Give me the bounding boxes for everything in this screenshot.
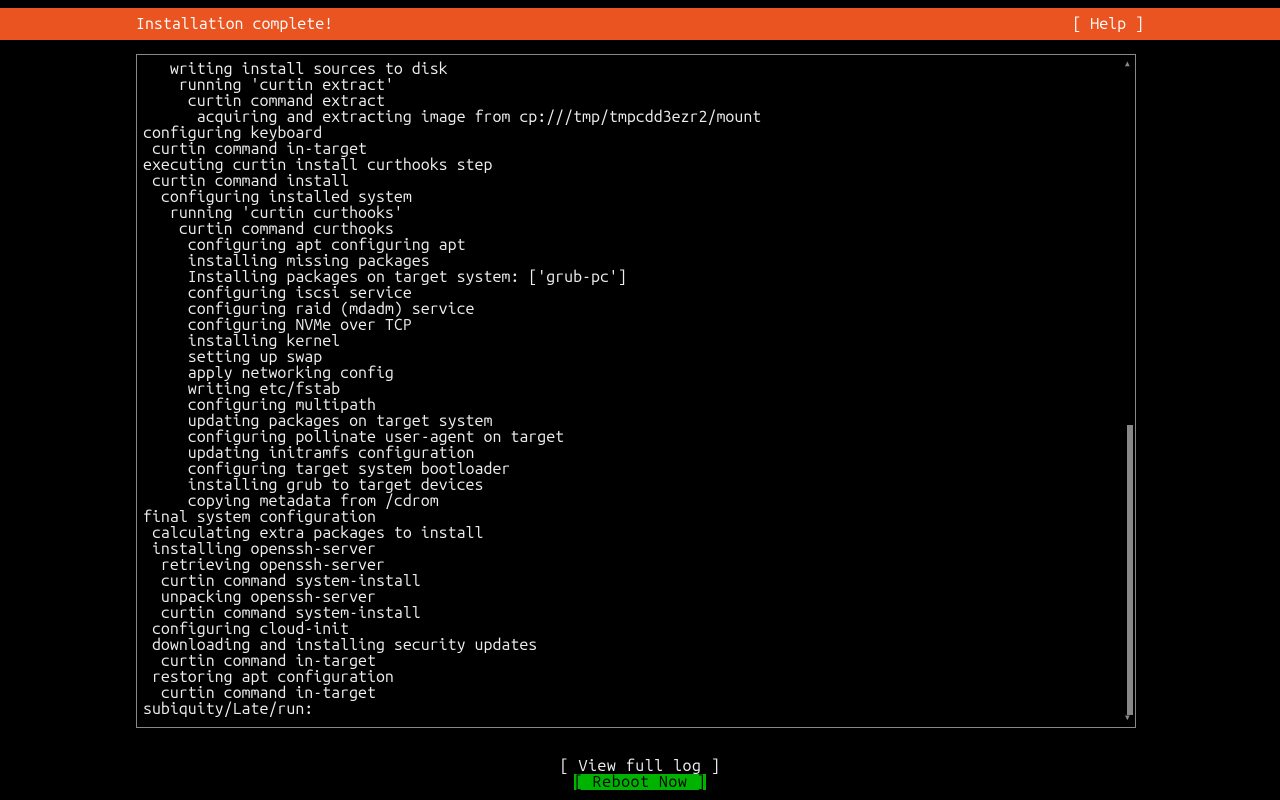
scroll-thumb[interactable] (1127, 425, 1133, 715)
install-log-box[interactable]: writing install sources to disk running … (136, 54, 1136, 728)
button-area: [ View full log ] [ Reboot Now ] (0, 728, 1280, 790)
help-button[interactable]: [ Help ] (1072, 16, 1280, 32)
view-full-log-button[interactable]: [ View full log ] (560, 758, 721, 774)
reboot-now-button[interactable]: [ Reboot Now ] (574, 774, 706, 790)
top-spacer (0, 0, 1280, 8)
scroll-up-icon[interactable]: ▴ (1124, 59, 1131, 69)
page-title: Installation complete! (0, 16, 333, 32)
content-area: writing install sources to disk running … (0, 40, 1280, 728)
scroll-down-icon[interactable]: ▾ (1124, 713, 1131, 723)
install-log-content: writing install sources to disk running … (143, 61, 1123, 717)
header-bar: Installation complete! [ Help ] (0, 8, 1280, 40)
